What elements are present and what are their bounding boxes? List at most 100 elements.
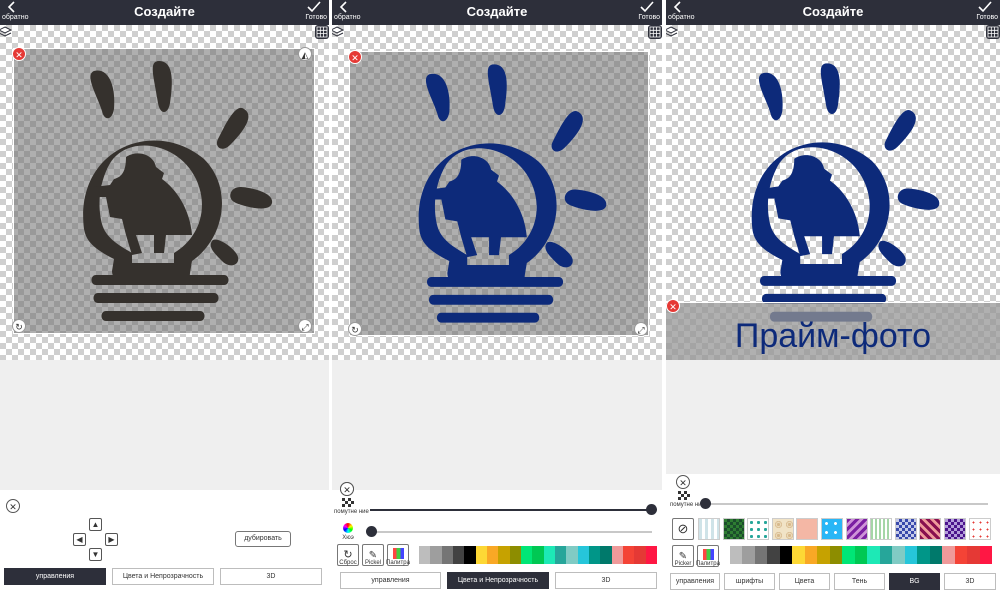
grid-icon[interactable] <box>986 25 1000 39</box>
color-swatch[interactable] <box>441 546 454 564</box>
bg-pattern-tile[interactable] <box>968 518 991 540</box>
bg-pattern-tile[interactable] <box>698 518 720 540</box>
done-button[interactable]: Готово <box>287 0 327 25</box>
palette-button[interactable]: Палитра <box>386 544 410 566</box>
color-swatch[interactable] <box>904 546 918 564</box>
color-swatch[interactable] <box>829 546 843 564</box>
close-toolbar-icon[interactable]: ✕ <box>340 482 354 496</box>
lightbulb-logo[interactable] <box>683 51 981 334</box>
color-swatch[interactable] <box>509 546 522 564</box>
done-button[interactable]: Готово <box>620 0 660 25</box>
tab-fonts[interactable]: шрифты <box>724 573 775 590</box>
no-background-button[interactable]: ⊘ <box>672 518 694 540</box>
color-swatch[interactable] <box>487 546 499 564</box>
color-swatch[interactable] <box>645 546 658 564</box>
color-swatch[interactable] <box>419 546 431 564</box>
selection-box[interactable] <box>13 48 315 334</box>
close-toolbar-icon[interactable]: ✕ <box>6 499 20 513</box>
grid-icon[interactable] <box>648 25 662 39</box>
bg-pattern-tile[interactable] <box>894 518 917 540</box>
rotate-icon[interactable]: ↻ <box>348 322 362 336</box>
color-swatch[interactable] <box>854 546 868 564</box>
opacity-slider[interactable] <box>370 509 652 511</box>
color-swatch[interactable] <box>892 546 906 564</box>
color-swatch[interactable] <box>967 546 981 564</box>
hue-slider[interactable] <box>370 531 652 533</box>
bg-pattern-tile[interactable] <box>870 518 893 540</box>
resize-icon[interactable]: ⤢ <box>634 322 648 336</box>
color-swatch[interactable] <box>498 546 511 564</box>
bg-pattern-tile[interactable] <box>821 518 843 540</box>
color-swatch[interactable] <box>842 546 856 564</box>
tab-3d[interactable]: 3D <box>555 572 657 589</box>
color-swatch[interactable] <box>942 546 956 564</box>
grid-icon[interactable] <box>315 25 329 39</box>
resize-icon[interactable]: ⤢ <box>298 319 312 333</box>
bg-pattern-tile[interactable] <box>944 518 966 540</box>
picker-button[interactable]: ✎ Picker <box>672 545 694 567</box>
bg-pattern-tile[interactable] <box>722 518 745 540</box>
tab-colors-opacity[interactable]: Цвета и Непрозрачность <box>112 568 214 585</box>
color-swatch[interactable] <box>623 546 635 564</box>
tab-controls[interactable]: управления <box>340 572 441 589</box>
layers-icon[interactable] <box>332 25 344 39</box>
close-toolbar-icon[interactable]: ✕ <box>676 475 690 489</box>
bg-pattern-tile[interactable] <box>796 518 819 540</box>
color-swatch[interactable] <box>475 546 488 564</box>
color-swatch[interactable] <box>954 546 968 564</box>
tab-3d[interactable]: 3D <box>220 568 322 585</box>
color-swatch[interactable] <box>767 546 781 564</box>
color-swatch[interactable] <box>532 546 545 564</box>
delete-icon[interactable]: ✕ <box>348 50 362 64</box>
tab-3d[interactable]: 3D <box>944 573 996 590</box>
color-swatch[interactable] <box>600 546 613 564</box>
color-swatch[interactable] <box>453 546 465 564</box>
color-swatch[interactable] <box>430 546 443 564</box>
color-swatch[interactable] <box>754 546 768 564</box>
tab-controls[interactable]: управления <box>670 573 720 590</box>
color-swatch[interactable] <box>543 546 556 564</box>
picker-button[interactable]: ✎ Pickel <box>362 544 384 566</box>
palette-button[interactable]: Палитра <box>696 545 720 567</box>
tab-controls[interactable]: управления <box>4 568 106 585</box>
layers-icon[interactable] <box>0 25 12 39</box>
bg-pattern-tile[interactable] <box>771 518 794 540</box>
color-swatch[interactable] <box>464 546 477 564</box>
text-layer[interactable]: Прайм-фото <box>666 302 1000 360</box>
hue-slider-knob[interactable] <box>366 526 377 537</box>
rotate-icon[interactable]: ↻ <box>12 319 26 333</box>
color-swatch[interactable] <box>634 546 647 564</box>
tab-colors[interactable]: Цвета <box>779 573 830 590</box>
selection-box[interactable] <box>349 51 649 336</box>
move-left-button[interactable]: ◀ <box>73 533 86 546</box>
opacity-slider-knob[interactable] <box>646 504 657 515</box>
duplicate-button[interactable]: дубировать <box>235 531 291 547</box>
tab-colors-opacity[interactable]: Цвета и Непрозрачность <box>447 572 549 589</box>
color-swatch[interactable] <box>589 546 601 564</box>
color-swatch[interactable] <box>730 546 743 564</box>
bg-pattern-tile[interactable] <box>747 518 770 540</box>
color-swatch[interactable] <box>779 546 793 564</box>
bg-pattern-tile[interactable] <box>919 518 942 540</box>
flip-icon[interactable]: ◭ <box>298 47 312 61</box>
color-swatch[interactable] <box>611 546 624 564</box>
color-swatch[interactable] <box>792 546 806 564</box>
opacity-slider[interactable] <box>706 503 988 505</box>
color-swatch[interactable] <box>742 546 756 564</box>
delete-icon[interactable]: ✕ <box>666 299 680 313</box>
color-swatch[interactable] <box>577 546 590 564</box>
tab-shadow[interactable]: Тень <box>834 573 885 590</box>
layers-icon[interactable] <box>666 25 678 39</box>
color-swatch[interactable] <box>879 546 893 564</box>
reset-button[interactable]: ↻ Сброс <box>337 544 359 566</box>
color-swatch[interactable] <box>804 546 818 564</box>
color-swatch[interactable] <box>867 546 881 564</box>
move-up-button[interactable]: ▲ <box>89 518 102 531</box>
move-down-button[interactable]: ▼ <box>89 548 102 561</box>
move-right-button[interactable]: ▶ <box>105 533 118 546</box>
color-swatch[interactable] <box>929 546 943 564</box>
color-swatch[interactable] <box>555 546 567 564</box>
color-swatch[interactable] <box>566 546 579 564</box>
bg-pattern-tile[interactable] <box>845 518 868 540</box>
done-button[interactable]: Готово <box>958 0 998 25</box>
